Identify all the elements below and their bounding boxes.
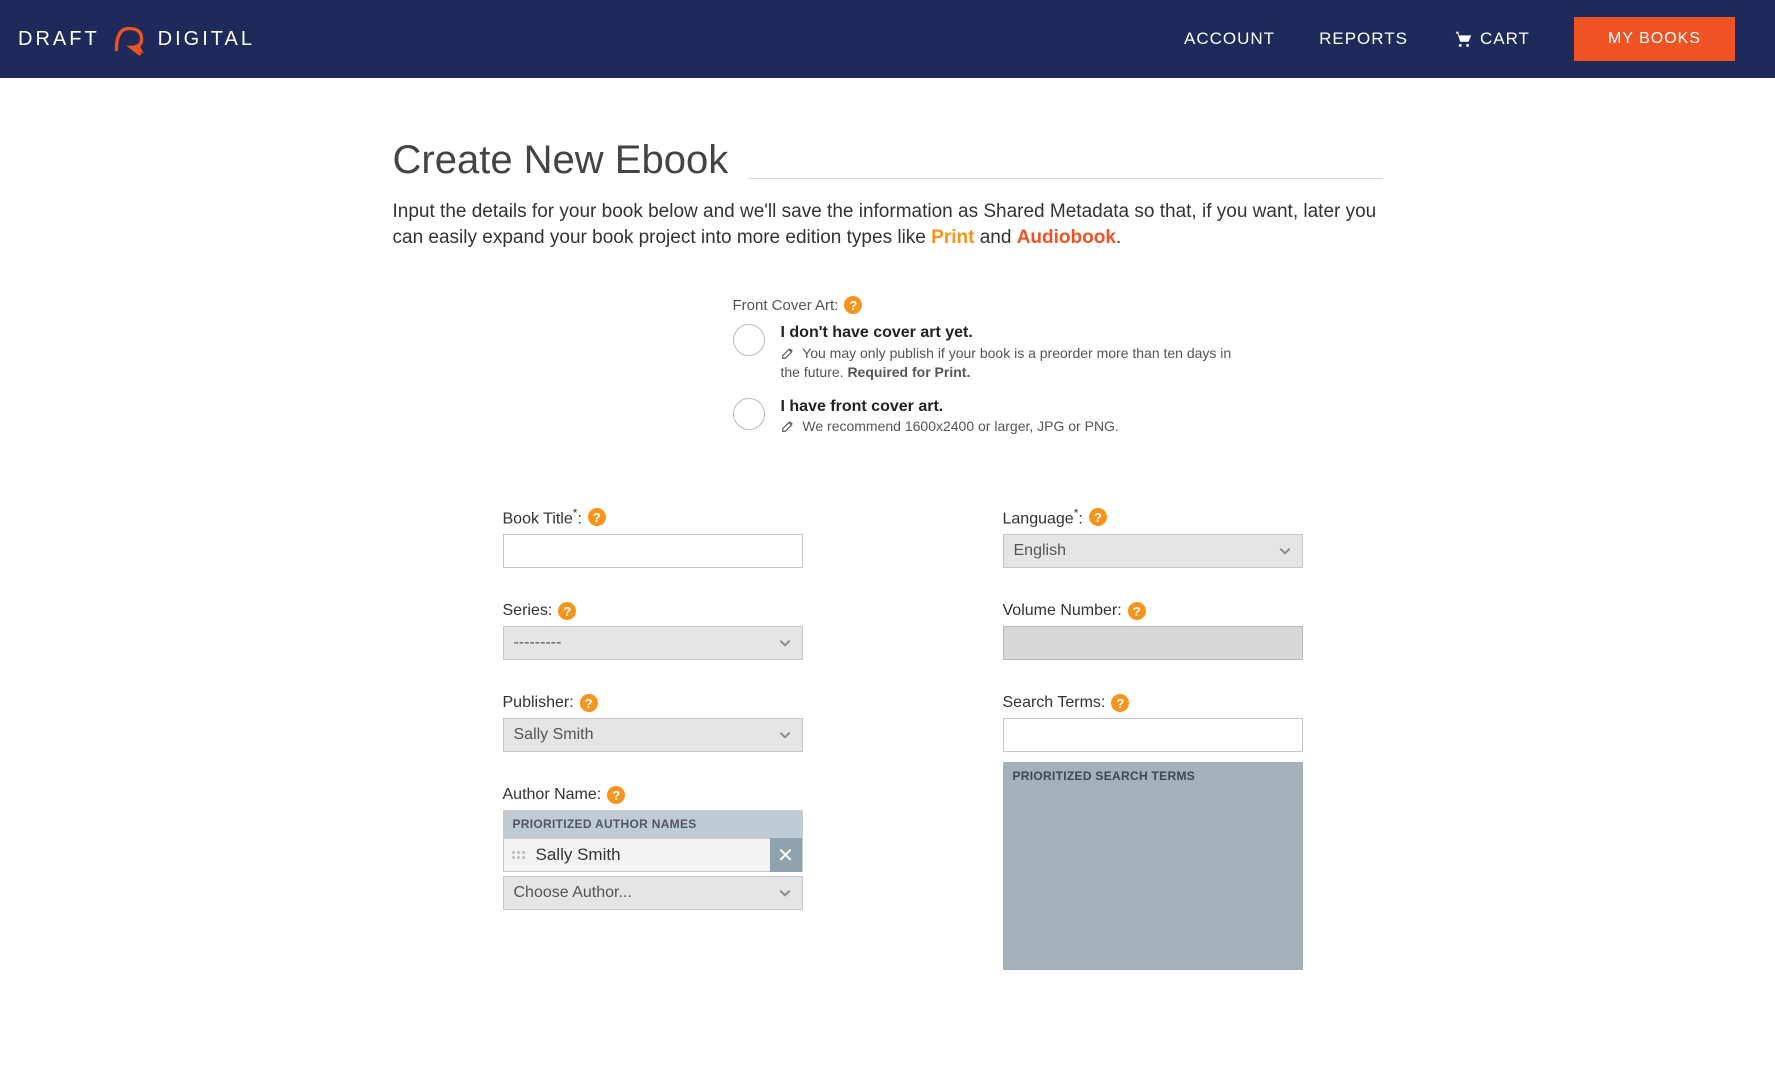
search-terms-input[interactable] <box>1003 718 1303 752</box>
language-select[interactable]: English <box>1003 534 1303 568</box>
help-icon[interactable]: ? <box>607 786 625 804</box>
cover-have-art-title: I have front cover art. <box>781 396 1119 418</box>
help-icon[interactable]: ? <box>844 296 862 314</box>
choose-author-select[interactable]: Choose Author... <box>503 876 803 910</box>
publisher-value: Sally Smith <box>514 726 594 744</box>
nav-cart[interactable]: CART <box>1452 28 1530 50</box>
logo-text-right: DIGITAL <box>158 28 255 51</box>
series-value: --------- <box>514 634 562 652</box>
help-icon[interactable]: ? <box>1111 694 1129 712</box>
cover-no-art-title: I don't have cover art yet. <box>781 322 1253 344</box>
top-nav: ACCOUNT REPORTS CART MY BOOKS <box>1184 17 1735 61</box>
publisher-select[interactable]: Sally Smith <box>503 718 803 752</box>
field-search-terms: Search Terms: ? <box>1003 694 1383 752</box>
radio-icon[interactable] <box>733 324 765 356</box>
author-panel-head: PRIORITIZED AUTHOR NAMES <box>503 810 803 838</box>
book-title-label: Book Title <box>503 510 573 527</box>
cover-art-label: Front Cover Art: <box>733 297 839 314</box>
nav-cart-label: CART <box>1480 29 1530 49</box>
author-chip[interactable]: Sally Smith ✕ <box>503 838 803 872</box>
field-book-title: Book Title*: ? <box>503 506 883 568</box>
help-icon[interactable]: ? <box>1089 508 1107 526</box>
intro-text: Input the details for your book below an… <box>393 199 1383 250</box>
drag-handle-icon[interactable] <box>512 851 528 859</box>
chevron-down-icon <box>778 636 792 650</box>
field-language: Language*: ? English <box>1003 506 1383 568</box>
author-chip-label: Sally Smith <box>536 845 770 865</box>
cover-art-section: Front Cover Art: ? I don't have cover ar… <box>733 296 1253 436</box>
page-main: Create New Ebook Input the details for y… <box>373 138 1403 970</box>
required-mark: * <box>573 506 578 520</box>
help-icon[interactable]: ? <box>588 508 606 526</box>
field-publisher: Publisher: ? Sally Smith <box>503 694 883 752</box>
book-title-input[interactable] <box>503 534 803 568</box>
nav-account[interactable]: ACCOUNT <box>1184 29 1275 49</box>
language-label: Language <box>1003 510 1074 527</box>
logo[interactable]: DRAFT DIGITAL <box>18 18 255 60</box>
cart-icon <box>1452 28 1474 50</box>
chevron-down-icon <box>778 728 792 742</box>
cover-option-no-art[interactable]: I don't have cover art yet. You may only… <box>733 322 1253 381</box>
logo-mark-icon <box>108 18 150 60</box>
edit-icon <box>781 346 795 360</box>
field-author: Author Name: ? PRIORITIZED AUTHOR NAMES … <box>503 786 883 910</box>
required-mark: * <box>1074 506 1079 520</box>
logo-text-left: DRAFT <box>18 28 100 51</box>
my-books-button[interactable]: MY BOOKS <box>1574 17 1735 61</box>
cover-option-have-art[interactable]: I have front cover art. We recommend 160… <box>733 396 1253 436</box>
field-series: Series: ? --------- <box>503 602 883 660</box>
field-volume: Volume Number: ? <box>1003 602 1383 660</box>
page-title: Create New Ebook <box>393 138 729 183</box>
radio-icon[interactable] <box>733 398 765 430</box>
language-value: English <box>1014 542 1066 560</box>
series-label: Series: <box>503 602 553 620</box>
title-rule <box>748 178 1382 179</box>
volume-label: Volume Number: <box>1003 602 1122 620</box>
chevron-down-icon <box>778 886 792 900</box>
help-icon[interactable]: ? <box>580 694 598 712</box>
search-terms-list <box>1003 790 1303 970</box>
choose-author-label: Choose Author... <box>514 884 632 902</box>
volume-input <box>1003 626 1303 660</box>
search-terms-panel: PRIORITIZED SEARCH TERMS <box>1003 762 1383 970</box>
intro-audio: Audiobook <box>1017 227 1116 248</box>
intro-print: Print <box>931 227 974 248</box>
search-terms-panel-head: PRIORITIZED SEARCH TERMS <box>1003 762 1303 790</box>
intro-and: and <box>980 227 1017 248</box>
intro-period: . <box>1116 227 1121 248</box>
site-header: DRAFT DIGITAL ACCOUNT REPORTS CART MY BO… <box>0 0 1775 78</box>
series-select[interactable]: --------- <box>503 626 803 660</box>
intro-lead: Input the details for your book below an… <box>393 201 1377 248</box>
help-icon[interactable]: ? <box>558 602 576 620</box>
cover-no-art-required: Required for Print. <box>847 364 970 380</box>
search-terms-label: Search Terms: <box>1003 694 1106 712</box>
remove-author-button[interactable]: ✕ <box>770 838 802 872</box>
nav-reports[interactable]: REPORTS <box>1319 29 1408 49</box>
help-icon[interactable]: ? <box>1128 602 1146 620</box>
author-label: Author Name: <box>503 786 602 804</box>
cover-have-art-note: We recommend 1600x2400 or larger, JPG or… <box>802 418 1118 434</box>
chevron-down-icon <box>1278 544 1292 558</box>
edit-icon <box>781 419 795 433</box>
form-grid: Book Title*: ? Series: ? --------- Publi… <box>503 506 1383 970</box>
publisher-label: Publisher: <box>503 694 574 712</box>
